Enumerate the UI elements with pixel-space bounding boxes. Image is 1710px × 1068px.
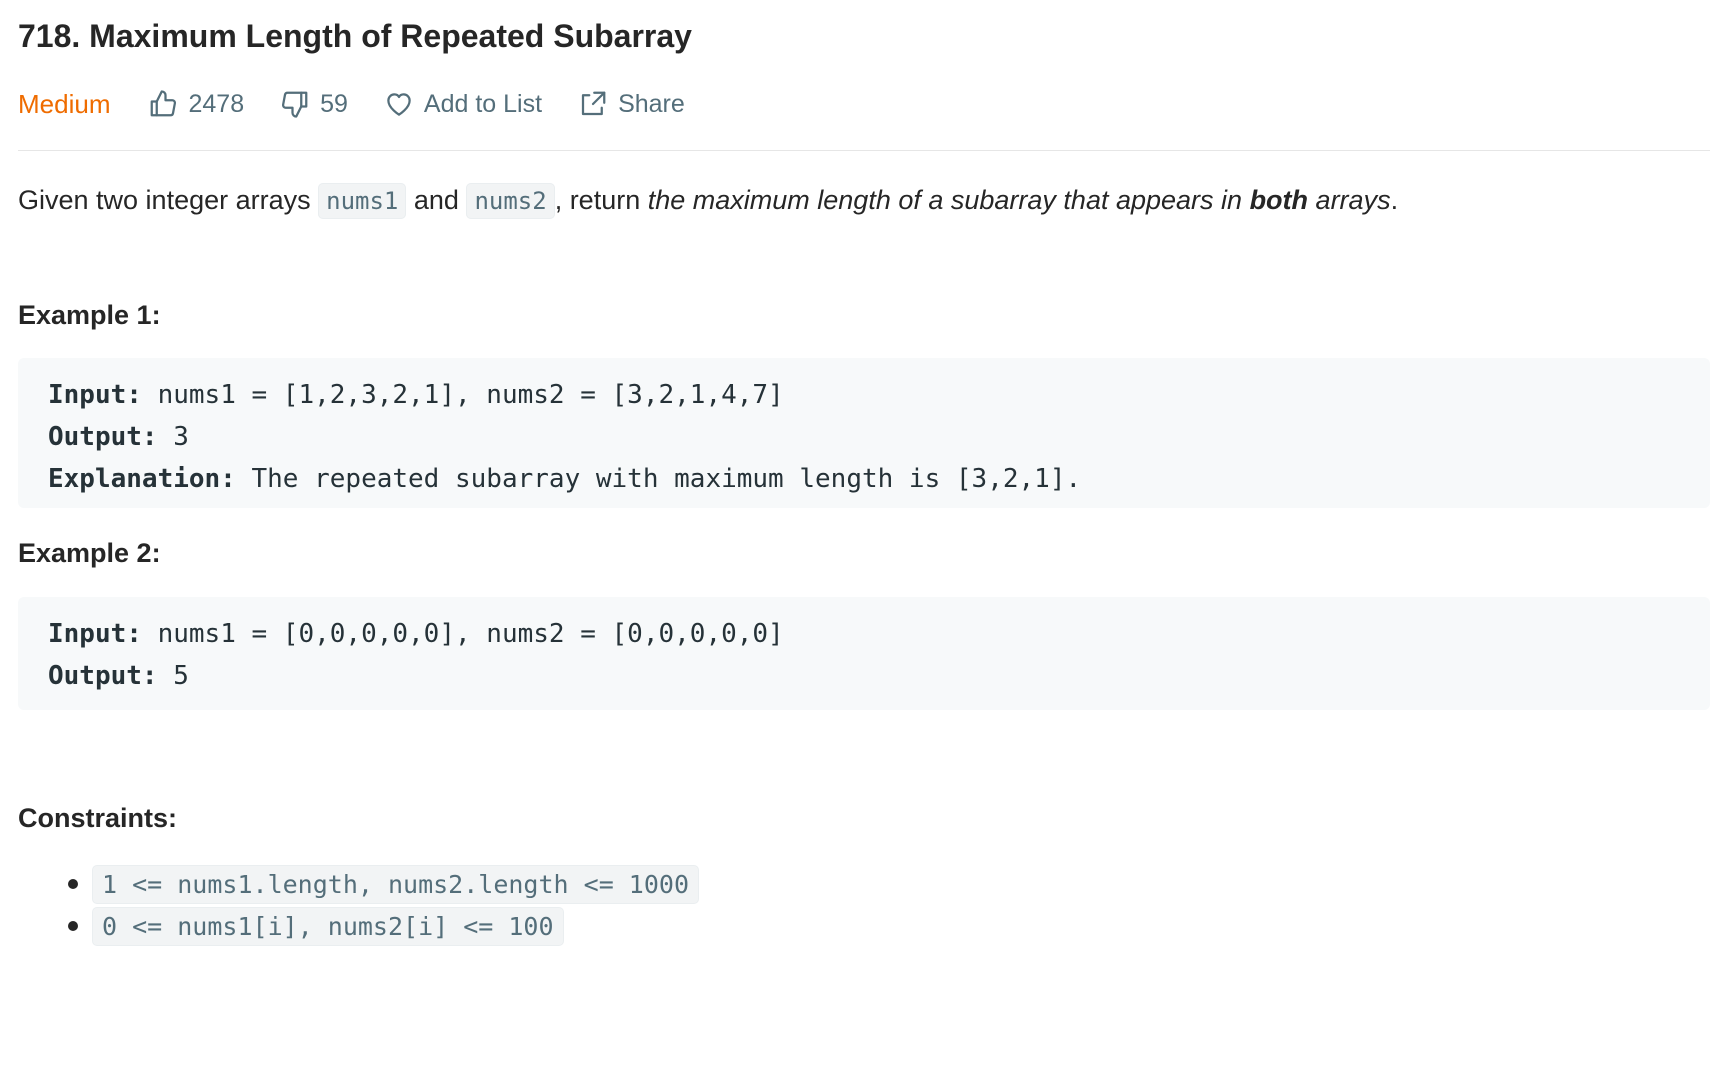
statement-emphasis-text: the maximum length of a subarray that ap… <box>647 185 1250 215</box>
add-to-list-label: Add to List <box>423 89 543 118</box>
dislike-count: 59 <box>320 89 348 118</box>
output-value: 3 <box>157 422 189 452</box>
constraint-code: 0 <= nums1[i], nums2[i] <= 100 <box>92 906 564 946</box>
problem-title: 718. Maximum Length of Repeated Subarray <box>18 18 692 54</box>
statement-text: Given two integer arrays <box>18 185 319 215</box>
statement-emphasis-text: arrays <box>1308 185 1391 215</box>
problem-meta-bar: Medium 2478 59 Add to List Share <box>18 86 721 122</box>
difficulty-label: Medium <box>18 88 111 119</box>
bullet <box>68 921 78 931</box>
statement-strong: both <box>1249 185 1309 215</box>
heart-icon <box>387 93 411 116</box>
explanation-value: The repeated subarray with maximum lengt… <box>235 464 1082 494</box>
divider <box>18 150 1710 151</box>
input-label: Input: <box>48 619 142 649</box>
explanation-label: Explanation: <box>48 464 236 494</box>
example-2-heading: Example 2: <box>18 538 161 568</box>
list-item: 0 <= nums1[i], nums2[i] <= 100 <box>68 905 699 947</box>
output-value: 5 <box>157 661 189 691</box>
add-to-list-button[interactable]: Add to List <box>384 89 542 119</box>
example-1-block: Input: nums1 = [1,2,3,2,1], nums2 = [3,2… <box>18 358 1710 508</box>
problem-statement: Given two integer arrays nums1 and nums2… <box>18 178 1398 223</box>
constraints-heading: Constraints: <box>18 803 178 833</box>
example-2-block: Input: nums1 = [0,0,0,0,0], nums2 = [0,0… <box>18 597 1710 710</box>
bullet <box>68 879 78 889</box>
constraints-list: 1 <= nums1.length, nums2.length <= 1000 … <box>68 863 699 947</box>
statement-emphasis: the maximum length of a subarray that ap… <box>648 185 1391 215</box>
example-1-heading: Example 1: <box>18 300 161 330</box>
constraint-code: 1 <= nums1.length, nums2.length <= 1000 <box>92 864 699 904</box>
output-label: Output: <box>48 422 158 452</box>
statement-text: and <box>406 185 467 215</box>
input-value: nums1 = [1,2,3,2,1], nums2 = [3,2,1,4,7] <box>141 380 784 410</box>
statement-text: . <box>1390 185 1399 215</box>
input-label: Input: <box>48 380 142 410</box>
thumbs-up-icon <box>151 90 177 117</box>
input-value: nums1 = [0,0,0,0,0], nums2 = [0,0,0,0,0] <box>141 619 784 649</box>
statement-text: , return <box>554 185 648 215</box>
inline-code-nums2: nums2 <box>466 183 555 219</box>
share-icon <box>581 91 606 116</box>
thumbs-down-icon <box>282 91 308 118</box>
like-button[interactable]: 2478 <box>148 89 244 119</box>
inline-code-nums1: nums1 <box>318 183 407 219</box>
like-count: 2478 <box>188 89 245 118</box>
list-item: 1 <= nums1.length, nums2.length <= 1000 <box>68 863 699 905</box>
dislike-button[interactable]: 59 <box>280 89 348 119</box>
output-label: Output: <box>48 661 158 691</box>
share-label: Share <box>618 89 685 118</box>
share-button[interactable]: Share <box>578 89 685 119</box>
